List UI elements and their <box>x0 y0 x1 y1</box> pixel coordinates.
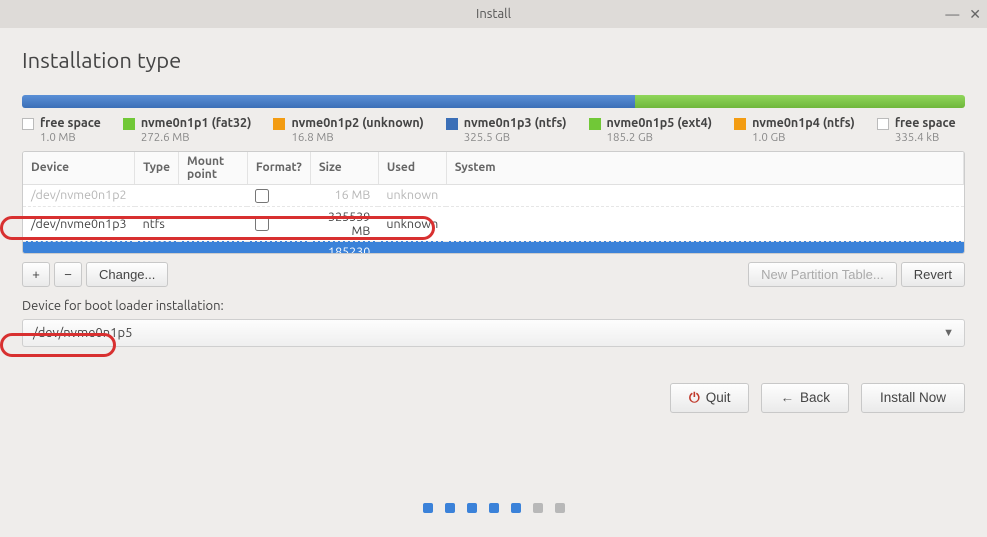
cell-device: /dev/nvme0n1p2 <box>23 184 135 206</box>
table-row[interactable]: /dev/nvme0n1p5 ext4 / 185230 MB unknown <box>23 241 964 254</box>
page-title: Installation type <box>22 48 965 73</box>
legend-size: 185.2 GB <box>607 131 713 145</box>
bootloader-select[interactable]: /dev/nvme0n1p5 ▼ <box>22 319 965 347</box>
quit-button[interactable]: ⏻ Quit <box>670 383 749 413</box>
step-dot <box>423 503 433 513</box>
col-mount[interactable]: Mount point <box>179 152 248 185</box>
footer-buttons: ⏻ Quit ← Back Install Now <box>22 383 965 413</box>
install-now-button[interactable]: Install Now <box>861 383 965 413</box>
revert-button[interactable]: Revert <box>901 262 965 287</box>
legend-size: 16.8 MB <box>291 131 423 145</box>
col-used[interactable]: Used <box>378 152 446 185</box>
new-partition-table-button[interactable]: New Partition Table... <box>748 262 897 287</box>
add-button[interactable]: + <box>22 262 50 287</box>
legend-item: nvme0n1p4 (ntfs) 1.0 GB <box>734 116 855 145</box>
legend-item: free space 1.0 MB <box>22 116 101 145</box>
cell-mount <box>179 184 248 206</box>
col-type[interactable]: Type <box>135 152 179 185</box>
legend-swatch <box>446 118 458 130</box>
chevron-down-icon: ▼ <box>943 327 954 339</box>
legend-item: nvme0n1p5 (ext4) 185.2 GB <box>589 116 713 145</box>
step-dot <box>533 503 543 513</box>
legend-name: nvme0n1p5 (ext4) <box>607 116 713 131</box>
col-device[interactable]: Device <box>23 152 135 185</box>
legend-swatch <box>589 118 601 130</box>
legend-size: 272.6 MB <box>141 131 252 145</box>
step-dot <box>511 503 521 513</box>
legend-name: nvme0n1p1 (fat32) <box>141 116 252 131</box>
disk-usage-bar <box>22 95 965 108</box>
legend-item: free space 335.4 kB <box>877 116 956 145</box>
step-dot <box>467 503 477 513</box>
cell-device: /dev/nvme0n1p5 <box>23 241 135 254</box>
format-checkbox[interactable] <box>255 252 269 254</box>
cell-mount: / <box>179 241 248 254</box>
legend-swatch <box>22 118 34 130</box>
col-system[interactable]: System <box>446 152 963 185</box>
cell-size: 16 MB <box>310 184 378 206</box>
cell-type: ntfs <box>135 206 179 241</box>
legend-swatch <box>273 118 285 130</box>
window-controls: — ✕ <box>945 0 981 28</box>
col-size[interactable]: Size <box>310 152 378 185</box>
cell-format <box>247 206 310 241</box>
partition-legend: free space 1.0 MB nvme0n1p1 (fat32) 272.… <box>22 116 965 145</box>
cell-used: unknown <box>378 184 446 206</box>
cell-used: unknown <box>378 206 446 241</box>
cell-device: /dev/nvme0n1p3 <box>23 206 135 241</box>
legend-swatch <box>734 118 746 130</box>
bootloader-label: Device for boot loader installation: <box>22 299 965 313</box>
bootloader-value: /dev/nvme0n1p5 <box>33 326 132 340</box>
cell-used: unknown <box>378 241 446 254</box>
cell-type <box>135 184 179 206</box>
step-dot <box>555 503 565 513</box>
power-icon: ⏻ <box>689 390 700 406</box>
col-format[interactable]: Format? <box>247 152 310 185</box>
partition-table: Device Type Mount point Format? Size Use… <box>22 151 965 254</box>
table-actions: + − Change... New Partition Table... Rev… <box>22 262 965 287</box>
legend-size: 1.0 MB <box>40 131 101 145</box>
titlebar: Install — ✕ <box>0 0 987 28</box>
usage-seg-ext4 <box>635 95 965 108</box>
cell-format <box>247 241 310 254</box>
legend-size: 1.0 GB <box>752 131 855 145</box>
legend-size: 325.5 GB <box>464 131 567 145</box>
legend-item: nvme0n1p1 (fat32) 272.6 MB <box>123 116 252 145</box>
step-dot <box>445 503 455 513</box>
table-row[interactable]: /dev/nvme0n1p3 ntfs 325539 MB unknown <box>23 206 964 241</box>
format-checkbox[interactable] <box>255 189 269 203</box>
step-dot <box>489 503 499 513</box>
legend-swatch <box>877 118 889 130</box>
cell-mount <box>179 206 248 241</box>
minimize-icon[interactable]: — <box>945 6 959 22</box>
legend-name: nvme0n1p4 (ntfs) <box>752 116 855 131</box>
window-title: Install <box>476 7 511 21</box>
cell-size: 185230 MB <box>310 241 378 254</box>
change-button[interactable]: Change... <box>86 262 168 287</box>
back-button[interactable]: ← Back <box>761 383 849 413</box>
cell-format <box>247 184 310 206</box>
format-checkbox[interactable] <box>255 217 269 231</box>
legend-name: nvme0n1p3 (ntfs) <box>464 116 567 131</box>
close-icon[interactable]: ✕ <box>969 6 981 23</box>
legend-size: 335.4 kB <box>895 131 956 145</box>
cell-size: 325539 MB <box>310 206 378 241</box>
legend-name: free space <box>895 116 956 131</box>
legend-item: nvme0n1p2 (unknown) 16.8 MB <box>273 116 423 145</box>
legend-name: nvme0n1p2 (unknown) <box>291 116 423 131</box>
progress-dots <box>0 503 987 513</box>
legend-item: nvme0n1p3 (ntfs) 325.5 GB <box>446 116 567 145</box>
cell-type: ext4 <box>135 241 179 254</box>
remove-button[interactable]: − <box>54 262 82 287</box>
legend-swatch <box>123 118 135 130</box>
legend-name: free space <box>40 116 101 131</box>
table-row[interactable]: /dev/nvme0n1p2 16 MB unknown <box>23 184 964 206</box>
usage-seg-ntfs <box>22 95 635 108</box>
arrow-left-icon: ← <box>780 390 794 405</box>
